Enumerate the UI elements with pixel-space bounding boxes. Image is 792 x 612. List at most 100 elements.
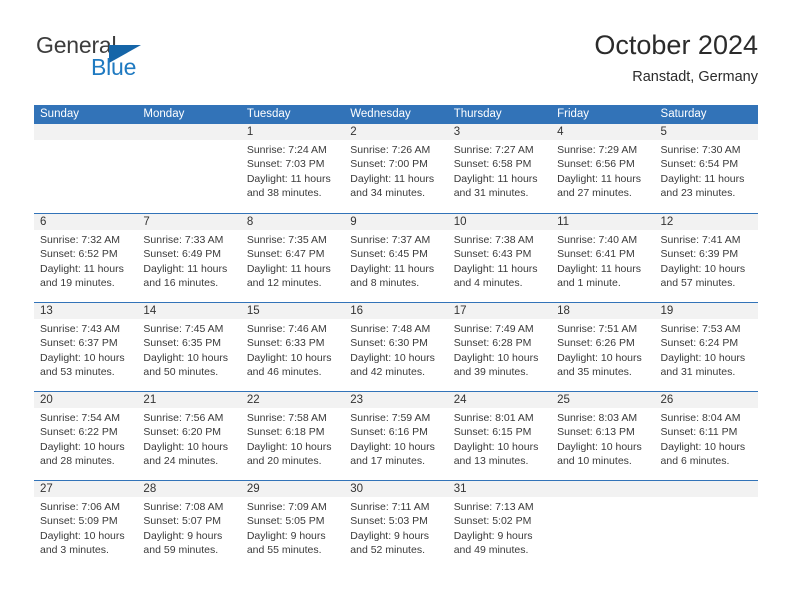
daylight-text-line2: and 27 minutes. xyxy=(557,186,632,199)
daylight-text-line1: Daylight: 9 hours xyxy=(246,529,326,542)
sunset-text: Sunset: 6:43 PM xyxy=(453,248,532,261)
day-cell[interactable]: 27 Sunrise: 7:06 AM Sunset: 5:09 PM Dayligh… xyxy=(34,481,138,569)
daylight-text-line1: Daylight: 10 hours xyxy=(453,351,539,364)
weekday-header-wednesday: Wednesday xyxy=(350,108,411,120)
day-cell[interactable]: 9 Sunrise: 7:37 AM Sunset: 6:45 PM Daylight… xyxy=(344,214,448,302)
sunrise-text: Sunrise: 7:54 AM xyxy=(40,412,120,424)
day-cell[interactable]: 4 Sunrise: 7:29 AM Sunset: 6:56 PM Daylight… xyxy=(551,124,655,213)
daylight-text-line2: and 55 minutes. xyxy=(246,543,322,556)
week-row: 6 Sunrise: 7:32 AM Sunset: 6:52 PM Daylight… xyxy=(34,213,758,302)
general-blue-logo[interactable]: General Blue xyxy=(34,32,214,90)
day-cell[interactable]: 21 Sunrise: 7:56 AM Sunset: 6:20 PM Dayligh… xyxy=(137,392,241,480)
day-cell[interactable]: 13 Sunrise: 7:43 AM Sunset: 6:37 PM Dayligh… xyxy=(34,303,138,391)
sunrise-text: Sunrise: 7:43 AM xyxy=(40,323,120,335)
day-cell[interactable]: 2 Sunrise: 7:26 AM Sunset: 7:00 PM Daylight… xyxy=(344,124,448,213)
day-cell[interactable]: 24 Sunrise: 8:01 AM Sunset: 6:15 PM Dayligh… xyxy=(447,392,552,480)
day-sun-info: Sunrise: 7:56 AM Sunset: 6:20 PM Daylight:… xyxy=(137,408,240,468)
day-cell[interactable]: 20 Sunrise: 7:54 AM Sunset: 6:22 PM Dayligh… xyxy=(34,392,138,480)
day-cell[interactable]: 6 Sunrise: 7:32 AM Sunset: 6:52 PM Daylight… xyxy=(34,214,138,302)
day-cell[interactable]: 28 Sunrise: 7:08 AM Sunset: 5:07 PM Dayligh… xyxy=(137,481,241,569)
daylight-text-line1: Daylight: 10 hours xyxy=(143,351,229,364)
day-number: 22 xyxy=(240,392,345,408)
daylight-text-line1: Daylight: 10 hours xyxy=(660,351,746,364)
day-cell[interactable]: 19 Sunrise: 7:53 AM Sunset: 6:24 PM Dayligh… xyxy=(654,303,758,391)
day-cell[interactable]: 31 Sunrise: 7:13 AM Sunset: 5:02 PM Dayligh… xyxy=(447,481,552,569)
day-cell[interactable]: 26 Sunrise: 8:04 AM Sunset: 6:11 PM Dayligh… xyxy=(654,392,758,480)
day-cell[interactable]: 16 Sunrise: 7:48 AM Sunset: 6:30 PM Dayligh… xyxy=(344,303,448,391)
day-number: 31 xyxy=(447,481,552,497)
daylight-text-line1: Daylight: 10 hours xyxy=(350,440,435,453)
day-sun-info: Sunrise: 7:53 AM Sunset: 6:24 PM Daylight:… xyxy=(655,319,758,379)
daylight-text-line1: Daylight: 11 hours xyxy=(143,262,228,275)
weekday-header-saturday: Saturday xyxy=(660,108,707,120)
day-sun-info: Sunrise: 7:08 AM Sunset: 5:07 PM Daylight:… xyxy=(137,497,240,557)
sunrise-text: Sunrise: 7:27 AM xyxy=(453,144,534,156)
day-cell[interactable]: 5 Sunrise: 7:30 AM Sunset: 6:54 PM Daylight… xyxy=(654,124,758,213)
day-sun-info: Sunrise: 7:11 AM Sunset: 5:03 PM Daylight:… xyxy=(344,497,447,557)
daylight-text-line2: and 39 minutes. xyxy=(453,365,529,378)
day-number: 20 xyxy=(34,392,138,408)
day-sun-info: Sunrise: 7:27 AM Sunset: 6:58 PM Daylight:… xyxy=(448,140,551,200)
day-cell[interactable]: 14 Sunrise: 7:45 AM Sunset: 6:35 PM Dayligh… xyxy=(137,303,241,391)
day-cell[interactable]: 3 Sunrise: 7:27 AM Sunset: 6:58 PM Daylight… xyxy=(447,124,552,213)
sunrise-text: Sunrise: 7:56 AM xyxy=(143,412,224,424)
daylight-text-line2: and 31 minutes. xyxy=(453,186,529,199)
sunset-text: Sunset: 6:37 PM xyxy=(40,337,118,350)
day-number: 15 xyxy=(240,303,345,319)
day-number: 17 xyxy=(447,303,552,319)
day-sun-info: Sunrise: 7:35 AM Sunset: 6:47 PM Daylight:… xyxy=(241,230,344,290)
day-cell[interactable]: 23 Sunrise: 7:59 AM Sunset: 6:16 PM Dayligh… xyxy=(344,392,448,480)
day-number: 12 xyxy=(654,214,758,230)
calendar-page: General Blue October 2024 Ranstadt, Germ… xyxy=(0,0,792,612)
daylight-text-line1: Daylight: 10 hours xyxy=(40,440,125,453)
sunrise-text: Sunrise: 8:04 AM xyxy=(660,412,741,424)
week-row: 20 Sunrise: 7:54 AM Sunset: 6:22 PM Dayligh… xyxy=(34,391,758,480)
daylight-text-line1: Daylight: 9 hours xyxy=(453,529,533,542)
day-cell[interactable]: 25 Sunrise: 8:03 AM Sunset: 6:13 PM Dayligh… xyxy=(551,392,655,480)
sunrise-text: Sunrise: 7:06 AM xyxy=(40,501,120,513)
day-cell[interactable]: 29 Sunrise: 7:09 AM Sunset: 5:05 PM Dayligh… xyxy=(240,481,345,569)
day-cell[interactable]: 10 Sunrise: 7:38 AM Sunset: 6:43 PM Dayligh… xyxy=(447,214,552,302)
day-cell[interactable]: 8 Sunrise: 7:35 AM Sunset: 6:47 PM Daylight… xyxy=(240,214,345,302)
sunrise-text: Sunrise: 7:51 AM xyxy=(557,323,638,335)
day-number: 8 xyxy=(240,214,345,230)
day-cell[interactable]: 1 Sunrise: 7:24 AM Sunset: 7:03 PM Daylight… xyxy=(240,124,345,213)
sunset-text: Sunset: 5:07 PM xyxy=(143,515,222,528)
daylight-text-line1: Daylight: 11 hours xyxy=(453,172,538,185)
day-sun-info: Sunrise: 7:13 AM Sunset: 5:02 PM Daylight:… xyxy=(448,497,551,557)
daylight-text-line2: and 19 minutes. xyxy=(40,276,115,289)
sunset-text: Sunset: 5:02 PM xyxy=(453,515,532,528)
daylight-text-line2: and 59 minutes. xyxy=(143,543,219,556)
day-cell[interactable]: 15 Sunrise: 7:46 AM Sunset: 6:33 PM Dayligh… xyxy=(240,303,345,391)
daylight-text-line1: Daylight: 11 hours xyxy=(350,172,435,185)
day-number: 5 xyxy=(654,124,758,140)
daylight-text-line1: Daylight: 11 hours xyxy=(246,262,331,275)
day-cell[interactable]: 12 Sunrise: 7:41 AM Sunset: 6:39 PM Dayligh… xyxy=(654,214,758,302)
sunset-text: Sunset: 6:56 PM xyxy=(557,158,635,171)
day-number: 14 xyxy=(137,303,241,319)
daylight-text-line2: and 17 minutes. xyxy=(350,454,425,467)
day-number: 10 xyxy=(447,214,552,230)
daylight-text-line2: and 16 minutes. xyxy=(143,276,219,289)
day-cell[interactable]: 7 Sunrise: 7:33 AM Sunset: 6:49 PM Daylight… xyxy=(137,214,241,302)
day-sun-info: Sunrise: 7:59 AM Sunset: 6:16 PM Daylight:… xyxy=(344,408,447,468)
sunset-text: Sunset: 6:58 PM xyxy=(453,158,532,171)
day-cell[interactable]: 30 Sunrise: 7:11 AM Sunset: 5:03 PM Dayligh… xyxy=(344,481,448,569)
day-number xyxy=(551,481,655,497)
sunset-text: Sunset: 6:15 PM xyxy=(453,426,532,439)
day-cell[interactable]: 22 Sunrise: 7:58 AM Sunset: 6:18 PM Dayligh… xyxy=(240,392,345,480)
calendar-grid: Sunday Monday Tuesday Wednesday Thursday… xyxy=(34,105,758,569)
daylight-text-line1: Daylight: 10 hours xyxy=(246,440,332,453)
daylight-text-line2: and 12 minutes. xyxy=(246,276,322,289)
day-cell[interactable]: 17 Sunrise: 7:49 AM Sunset: 6:28 PM Dayligh… xyxy=(447,303,552,391)
day-cell[interactable]: 18 Sunrise: 7:51 AM Sunset: 6:26 PM Dayligh… xyxy=(551,303,655,391)
daylight-text-line2: and 20 minutes. xyxy=(246,454,322,467)
day-number: 30 xyxy=(344,481,448,497)
sunrise-text: Sunrise: 7:30 AM xyxy=(660,144,741,156)
day-sun-info: Sunrise: 7:41 AM Sunset: 6:39 PM Daylight:… xyxy=(655,230,758,290)
daylight-text-line2: and 52 minutes. xyxy=(350,543,425,556)
day-cell[interactable]: 11 Sunrise: 7:40 AM Sunset: 6:41 PM Dayligh… xyxy=(551,214,655,302)
day-number xyxy=(34,124,138,140)
week-row: 13 Sunrise: 7:43 AM Sunset: 6:37 PM Dayligh… xyxy=(34,302,758,391)
day-number: 21 xyxy=(137,392,241,408)
